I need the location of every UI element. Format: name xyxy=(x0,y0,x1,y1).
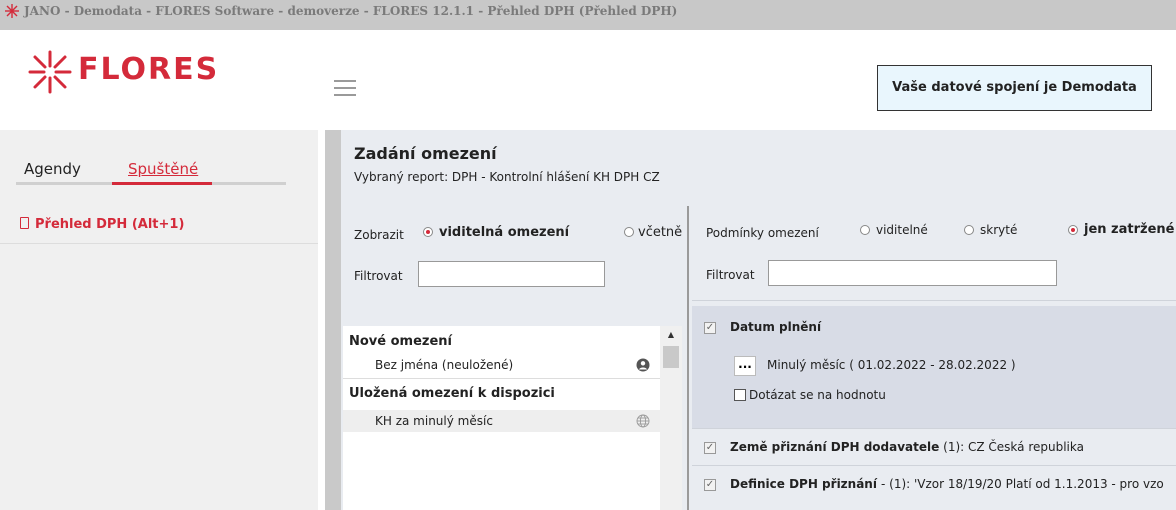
list-group-saved: Uložená omezení k dispozici xyxy=(349,386,555,401)
value-picker-button[interactable]: ... xyxy=(734,356,756,376)
radio-hidden[interactable] xyxy=(964,225,974,235)
page-subtitle: Vybraný report: DPH - Kontrolní hlášení … xyxy=(354,170,660,184)
flores-logo: FLORES xyxy=(28,50,268,94)
radio-including-label: včetně xyxy=(638,225,683,240)
condition-detail-definition: - (1): 'Vzor 18/19/20 Platí od 1.1.2013 … xyxy=(881,477,1164,491)
page-title: Zadání omezení xyxy=(354,144,497,163)
list-scrollbar[interactable]: ▲ xyxy=(660,326,682,510)
list-divider xyxy=(343,378,660,379)
filter-label-right: Filtrovat xyxy=(706,268,755,282)
filter-input-left[interactable] xyxy=(418,261,605,287)
filter-input-right[interactable] xyxy=(768,260,1057,286)
radio-hidden-label: skryté xyxy=(980,223,1018,237)
radio-checked-only[interactable] xyxy=(1068,225,1078,235)
ask-value-label: Dotázat se na hodnotu xyxy=(749,388,886,402)
radio-visible-constraints[interactable] xyxy=(423,227,433,237)
condition-name-country: Země přiznání DPH dodavatele xyxy=(730,440,940,454)
sidebar-item-label: Přehled DPH (Alt+1) xyxy=(35,217,185,232)
radio-visible[interactable] xyxy=(860,225,870,235)
condition-name-date: Datum plnění xyxy=(730,320,822,334)
tab-spustene[interactable]: Spuštěné xyxy=(128,160,198,178)
condition-name-definition: Definice DPH přiznání xyxy=(730,477,877,491)
constraint-list: Nové omezení Bez jména (neuložené) Ulože… xyxy=(343,326,682,510)
radio-visible-constraints-label: viditelná omezení xyxy=(439,225,570,240)
window-title: JANO - Demodata - FLORES Software - demo… xyxy=(24,4,678,18)
condition-checkbox-country[interactable]: ✓ xyxy=(704,442,716,454)
list-item-label: Bez jména (neuložené) xyxy=(375,358,514,372)
tab-active-indicator xyxy=(112,182,212,185)
tab-agendy[interactable]: Agendy xyxy=(24,160,81,178)
document-icon xyxy=(20,217,29,229)
filter-label-left: Filtrovat xyxy=(354,269,403,283)
condition-row: ✓ Země přiznání DPH dodavatele - (1): CZ… xyxy=(692,429,1176,465)
list-item-label: KH za minulý měsíc xyxy=(375,414,493,428)
condition-value-date: Minulý měsíc ( 01.02.2022 - 28.02.2022 ) xyxy=(767,358,1016,372)
condition-checkbox-date[interactable]: ✓ xyxy=(704,322,716,334)
conditions-label: Podmínky omezení xyxy=(706,226,819,240)
user-icon xyxy=(636,358,650,372)
condition-row: ✓ Definice DPH přiznání - (1): 'Vzor 18/… xyxy=(692,466,1176,510)
radio-visible-label: viditelné xyxy=(876,223,928,237)
condition-detail-country: - (1): CZ Česká republika xyxy=(935,440,1084,454)
sidebar-item-prehled-dph[interactable]: Přehled DPH (Alt+1) xyxy=(0,212,318,244)
list-item[interactable]: KH za minulý měsíc xyxy=(343,410,660,432)
scroll-up-icon[interactable]: ▲ xyxy=(660,326,682,344)
condition-checkbox-definition[interactable]: ✓ xyxy=(704,479,716,491)
panel-splitter[interactable] xyxy=(325,130,341,510)
window-titlebar: JANO - Demodata - FLORES Software - demo… xyxy=(0,0,1176,30)
flores-app-icon xyxy=(5,4,19,18)
list-group-new: Nové omezení xyxy=(349,334,453,349)
list-item[interactable]: Bez jména (neuložené) xyxy=(343,354,660,376)
ask-value-checkbox[interactable] xyxy=(734,389,746,401)
app-header: FLORES Vaše datové spojení je Demodata xyxy=(0,30,1176,130)
sidebar: Agendy Spuštěné Přehled DPH (Alt+1) xyxy=(0,130,318,510)
radio-checked-only-label: jen zatržené xyxy=(1084,222,1175,237)
show-label: Zobrazit xyxy=(354,228,404,242)
column-divider xyxy=(687,206,689,510)
flores-logo-mark xyxy=(28,50,72,94)
condition-date-panel: ✓ Datum plnění ... Minulý měsíc ( 01.02.… xyxy=(692,306,1176,428)
radio-including[interactable] xyxy=(624,227,634,237)
menu-hamburger-icon[interactable] xyxy=(334,80,356,96)
main-content: Zadání omezení Vybraný report: DPH - Kon… xyxy=(341,130,1176,510)
row-divider xyxy=(692,300,1176,301)
globe-icon xyxy=(636,414,650,428)
scroll-thumb[interactable] xyxy=(663,346,679,368)
connection-info: Vaše datové spojení je Demodata xyxy=(877,65,1152,111)
logo-text: FLORES xyxy=(78,52,220,87)
